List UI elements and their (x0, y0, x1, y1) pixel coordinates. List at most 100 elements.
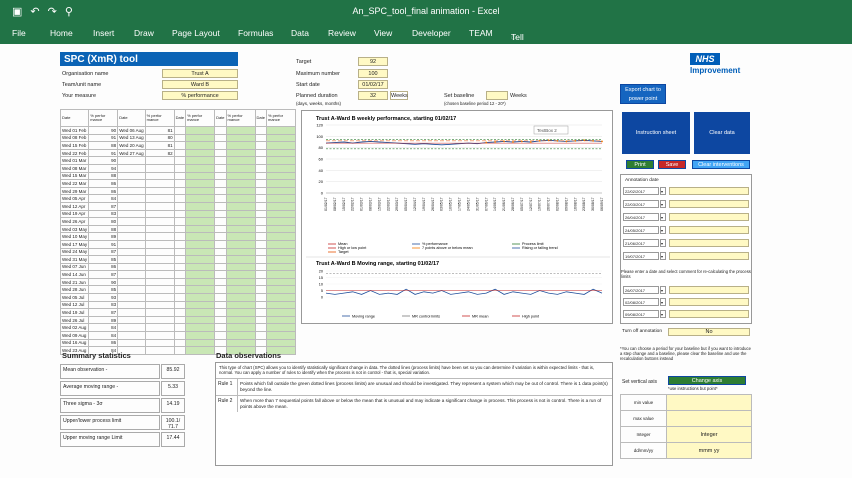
value-cell[interactable]: 84 (88, 331, 119, 340)
date-cell[interactable]: Wed 07 Jun (59, 262, 90, 272)
value-cell[interactable] (265, 293, 297, 302)
value-cell[interactable]: 91 (88, 148, 119, 158)
value-cell[interactable] (265, 209, 297, 219)
value-cell[interactable]: 87 (88, 247, 119, 257)
date-cell[interactable]: Wed 24 May (59, 247, 90, 257)
process-comment-input[interactable] (669, 298, 749, 306)
value-cell[interactable] (144, 277, 175, 287)
value-cell[interactable] (225, 201, 256, 211)
value-cell[interactable] (144, 232, 175, 241)
date-cell[interactable] (117, 209, 146, 219)
date-cell[interactable]: Wed 05 Jul (59, 293, 90, 302)
value-cell[interactable] (225, 239, 256, 249)
value-cell[interactable]: 82 (144, 148, 175, 158)
annotation-date-cell[interactable]: 22/02/2017 (623, 187, 659, 195)
baseline-input[interactable] (486, 91, 508, 100)
value-cell[interactable] (144, 239, 175, 249)
team-input[interactable]: Ward B (162, 80, 238, 89)
value-cell[interactable] (185, 217, 216, 226)
value-cell[interactable] (144, 209, 175, 219)
date-cell[interactable] (173, 255, 187, 264)
date-cell[interactable] (117, 331, 146, 340)
value-cell[interactable]: 86 (88, 338, 119, 348)
date-cell[interactable] (173, 171, 187, 181)
date-cell[interactable] (214, 323, 227, 333)
value-cell[interactable] (185, 194, 216, 203)
date-cell[interactable] (214, 247, 227, 257)
date-cell[interactable] (214, 308, 227, 317)
value-cell[interactable] (265, 148, 297, 158)
date-cell[interactable] (214, 239, 227, 249)
date-cell[interactable] (214, 141, 227, 150)
value-cell[interactable] (144, 323, 175, 333)
date-cell[interactable] (173, 194, 187, 203)
date-cell[interactable] (254, 201, 268, 211)
date-cell[interactable] (214, 262, 227, 272)
date-cell[interactable] (117, 277, 146, 287)
target-input[interactable]: 92 (358, 57, 388, 66)
date-cell[interactable] (117, 255, 146, 264)
value-cell[interactable] (265, 247, 297, 257)
value-cell[interactable] (225, 293, 256, 302)
date-cell[interactable]: Wed 14 Jun (59, 270, 90, 279)
date-cell[interactable] (117, 201, 146, 211)
value-cell[interactable]: 84 (88, 194, 119, 203)
date-cell[interactable] (214, 338, 227, 348)
date-cell[interactable] (214, 201, 227, 211)
annotation-comment-input[interactable] (669, 187, 749, 195)
date-cell[interactable]: Wed 13 Aug (117, 133, 146, 143)
value-cell[interactable]: 90 (88, 156, 119, 165)
value-cell[interactable] (185, 270, 216, 279)
date-cell[interactable] (254, 179, 268, 188)
date-cell[interactable] (214, 171, 227, 181)
date-cell[interactable] (117, 179, 146, 188)
date-cell[interactable] (254, 148, 268, 158)
value-cell[interactable]: 80 (144, 133, 175, 143)
tab-page-layout[interactable]: Page Layout (172, 28, 220, 38)
value-cell[interactable] (265, 323, 297, 333)
dropdown-arrow-icon[interactable]: ▾ (660, 187, 666, 195)
date-cell[interactable] (254, 156, 268, 165)
date-cell[interactable]: Wed 29 Mar (59, 186, 90, 196)
date-cell[interactable] (214, 255, 227, 264)
clear-interventions-button[interactable]: Clear interventions (692, 160, 750, 169)
value-cell[interactable] (265, 331, 297, 340)
value-cell[interactable] (185, 186, 216, 196)
date-cell[interactable] (214, 179, 227, 188)
axis-setting-input[interactable]: Integer (666, 426, 752, 443)
date-cell[interactable]: Wed 26 Jul (59, 315, 90, 325)
annotation-date-cell[interactable]: 21/06/2017 (623, 239, 659, 247)
value-cell[interactable]: 94 (88, 163, 119, 173)
value-cell[interactable] (185, 277, 216, 287)
value-cell[interactable] (225, 300, 256, 310)
value-cell[interactable] (144, 201, 175, 211)
value-cell[interactable] (185, 323, 216, 333)
dropdown-arrow-icon[interactable]: ▾ (660, 226, 666, 234)
value-cell[interactable] (225, 133, 256, 143)
date-cell[interactable] (254, 232, 268, 241)
date-cell[interactable] (254, 194, 268, 203)
value-cell[interactable] (225, 171, 256, 181)
date-cell[interactable] (117, 262, 146, 272)
value-cell[interactable] (225, 209, 256, 219)
date-cell[interactable] (117, 186, 146, 196)
value-cell[interactable]: 86 (88, 262, 119, 272)
date-cell[interactable] (173, 346, 187, 355)
date-cell[interactable] (173, 323, 187, 333)
value-cell[interactable] (265, 262, 297, 272)
period-unit[interactable]: Weeks (390, 91, 408, 100)
value-cell[interactable] (225, 323, 256, 333)
value-cell[interactable] (144, 255, 175, 264)
date-cell[interactable] (117, 293, 146, 302)
date-cell[interactable]: Wed 16 Aug (59, 338, 90, 348)
date-cell[interactable] (173, 209, 187, 219)
date-cell[interactable] (214, 270, 227, 279)
value-cell[interactable] (265, 126, 297, 135)
value-cell[interactable] (185, 201, 216, 211)
spc-chart-panel[interactable]: Trust A-Ward B weekly performance, start… (301, 110, 613, 324)
value-cell[interactable]: 85 (88, 255, 119, 264)
value-cell[interactable] (265, 232, 297, 241)
value-cell[interactable] (225, 315, 256, 325)
date-cell[interactable]: Wed 01 Mar (59, 156, 90, 165)
value-cell[interactable] (225, 331, 256, 340)
